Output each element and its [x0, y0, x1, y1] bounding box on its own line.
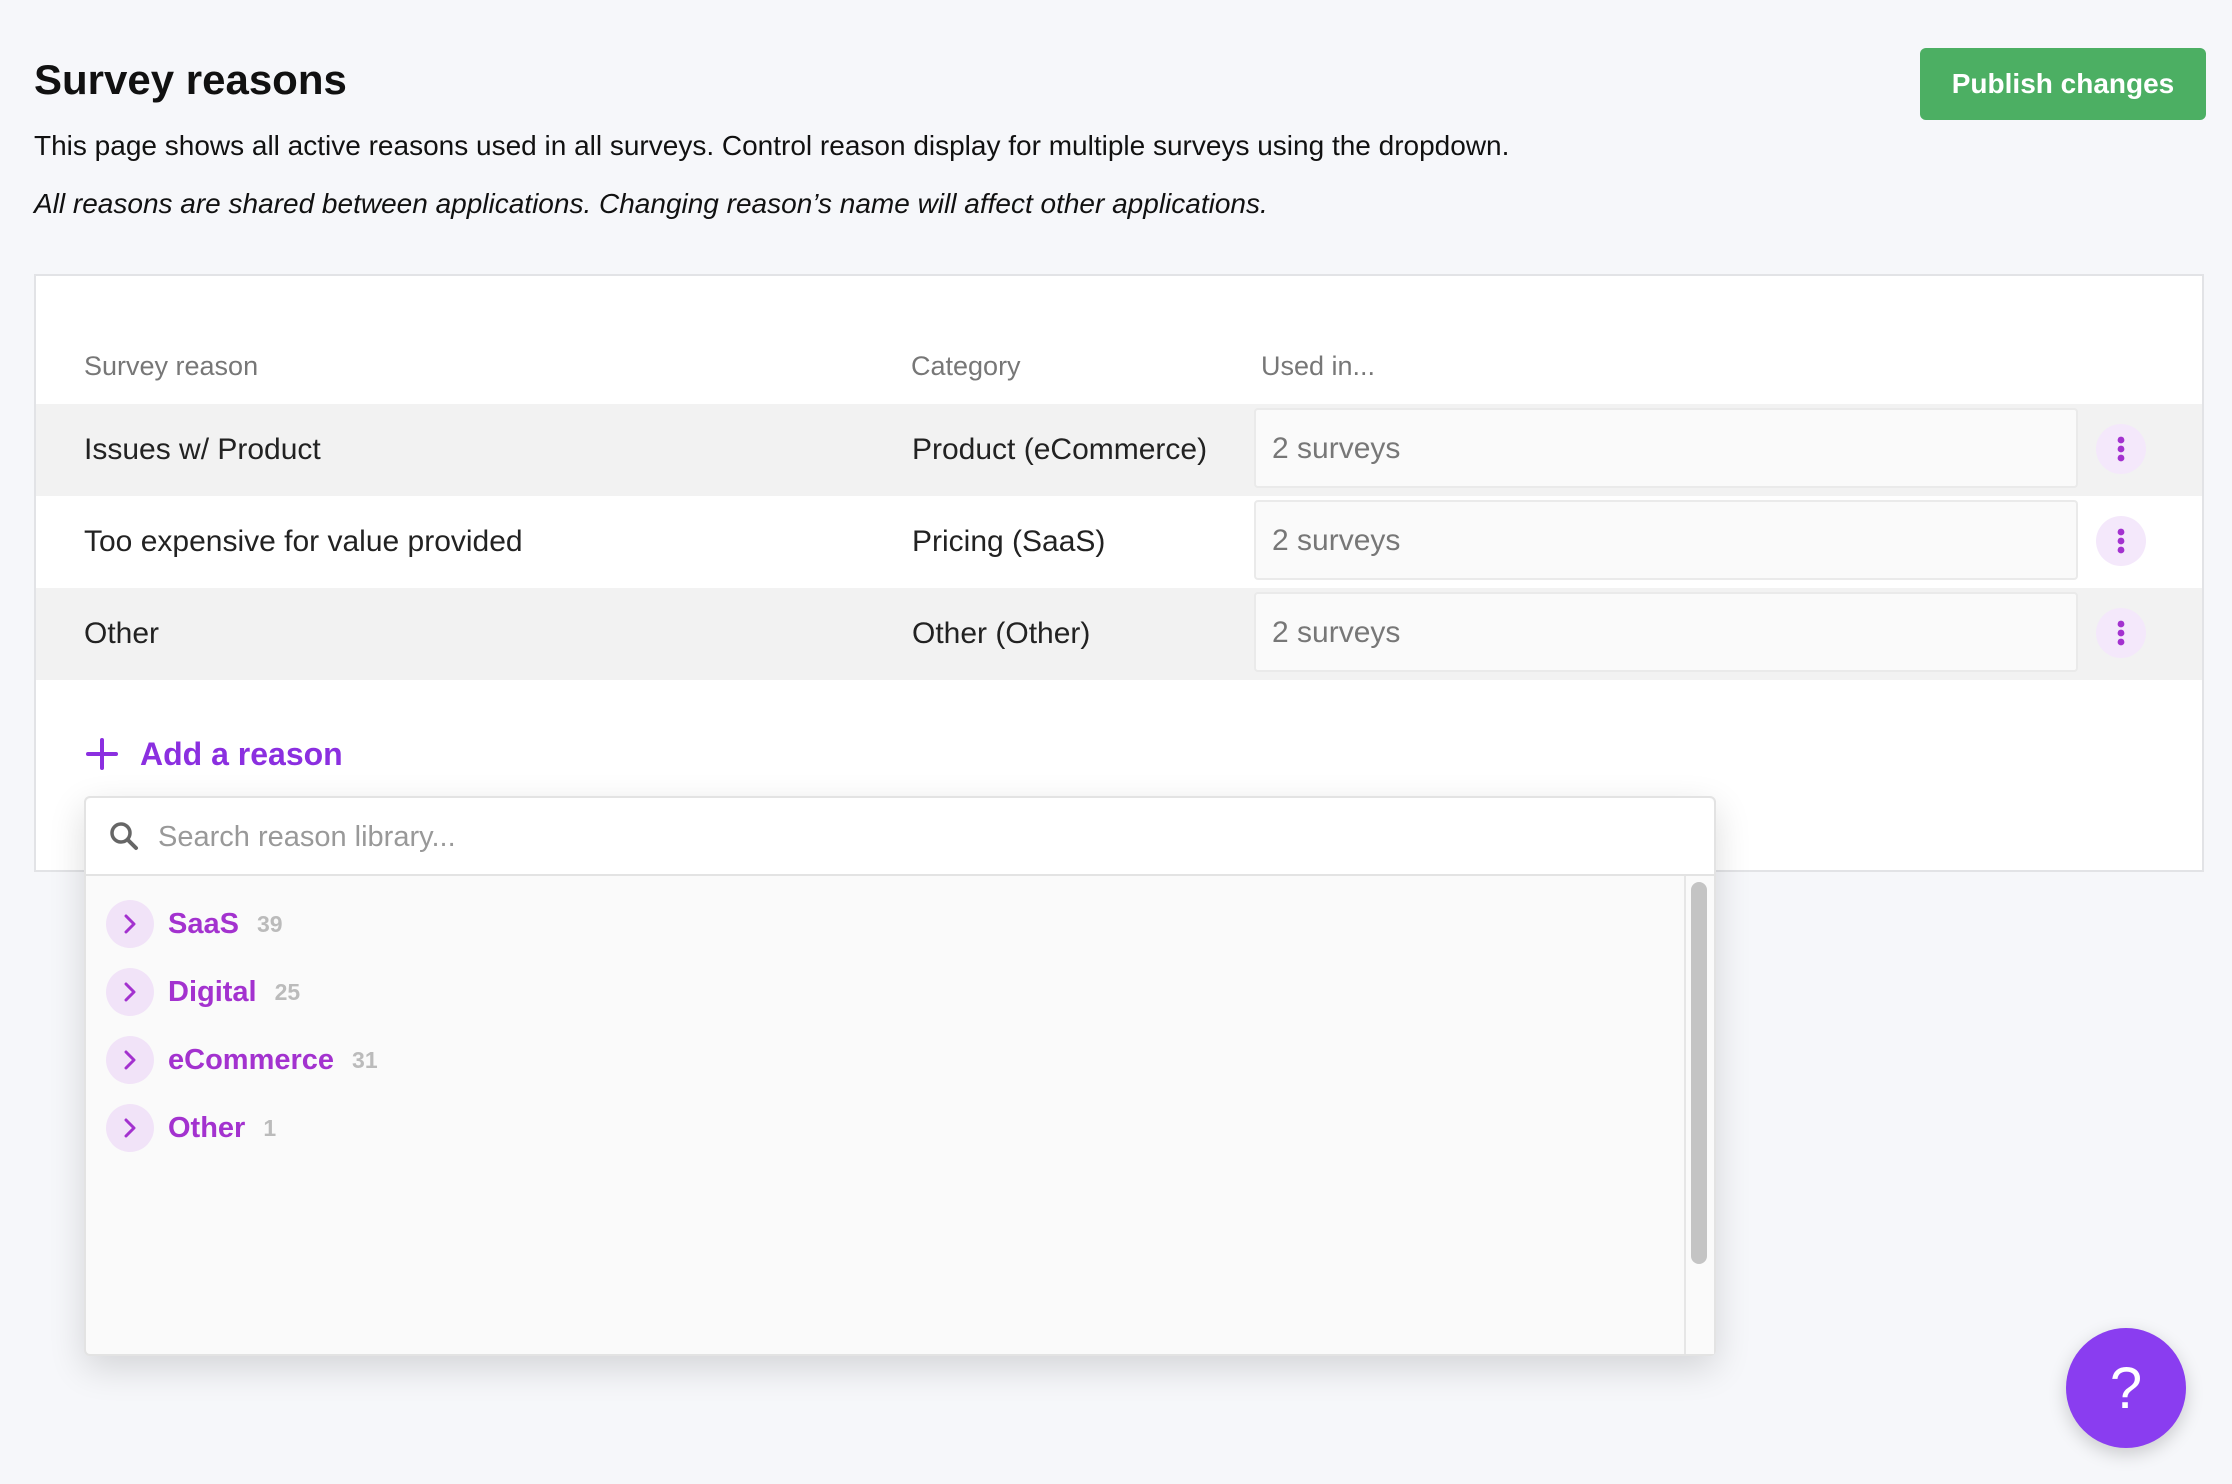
- scrollbar[interactable]: [1684, 876, 1714, 1354]
- add-reason-label: Add a reason: [140, 735, 343, 772]
- table-row: Other Other (Other) 2 surveys: [36, 588, 2202, 680]
- category-name: eCommerce: [168, 1043, 335, 1076]
- page-title: Survey reasons: [34, 56, 347, 103]
- category-count: 39: [256, 910, 283, 937]
- reason-category: Product (eCommerce): [912, 433, 1208, 466]
- category-count: 1: [263, 1114, 277, 1141]
- column-header-used-in: Used in...: [1261, 351, 1376, 381]
- reason-name[interactable]: Too expensive for value provided: [84, 523, 523, 561]
- category-name: Other: [168, 1111, 246, 1144]
- add-reason-button[interactable]: Add a reason: [84, 730, 343, 778]
- category-count: 31: [352, 1046, 378, 1073]
- kebab-menu-icon: [2117, 620, 2125, 646]
- publish-changes-button[interactable]: Publish changes: [1920, 48, 2206, 120]
- reason-name[interactable]: Issues w/ Product: [84, 431, 321, 469]
- reason-library-dropdown: SaaS 39 Digital 25 eCommerce 31 Other 1: [84, 796, 1716, 1356]
- library-category-ecommerce[interactable]: eCommerce 31: [106, 1034, 378, 1086]
- column-header-category: Category: [911, 351, 1021, 381]
- reason-category: Pricing (SaaS): [912, 525, 1106, 558]
- row-menu-button[interactable]: [2096, 608, 2146, 658]
- category-count: 25: [274, 978, 301, 1005]
- table-row: Too expensive for value provided Pricing…: [36, 496, 2202, 588]
- row-menu-button[interactable]: [2096, 424, 2146, 474]
- help-button[interactable]: ?: [2066, 1328, 2186, 1448]
- library-category-digital[interactable]: Digital 25: [106, 966, 300, 1018]
- chevron-right-icon[interactable]: [106, 1104, 154, 1152]
- used-in-select[interactable]: 2 surveys: [1254, 408, 2078, 488]
- used-in-value: 2 surveys: [1272, 616, 1401, 649]
- library-category-saas[interactable]: SaaS 39: [106, 898, 283, 950]
- kebab-menu-icon: [2117, 436, 2125, 462]
- plus-icon: [86, 738, 118, 770]
- library-category-other[interactable]: Other 1: [106, 1102, 276, 1154]
- row-menu-button[interactable]: [2096, 516, 2146, 566]
- used-in-value: 2 surveys: [1272, 524, 1401, 557]
- chevron-right-icon[interactable]: [106, 968, 154, 1016]
- reason-name[interactable]: Other: [84, 615, 159, 653]
- scrollbar-thumb[interactable]: [1691, 882, 1707, 1264]
- used-in-value: 2 surveys: [1272, 432, 1401, 465]
- reason-category: Other (Other): [912, 617, 1091, 650]
- used-in-select[interactable]: 2 surveys: [1254, 592, 2078, 672]
- chevron-right-icon[interactable]: [106, 1036, 154, 1084]
- reason-library-search: [86, 798, 1714, 876]
- category-name: Digital: [168, 975, 257, 1008]
- search-icon: [110, 822, 138, 850]
- shared-reasons-note: All reasons are shared between applicati…: [34, 188, 1268, 219]
- category-name: SaaS: [168, 907, 239, 940]
- kebab-menu-icon: [2117, 528, 2125, 554]
- page-description: This page shows all active reasons used …: [34, 130, 1510, 161]
- search-input[interactable]: [156, 812, 1680, 862]
- column-header-survey-reason: Survey reason: [84, 351, 259, 381]
- used-in-select[interactable]: 2 surveys: [1254, 500, 2078, 580]
- chevron-right-icon[interactable]: [106, 900, 154, 948]
- table-row: Issues w/ Product Product (eCommerce) 2 …: [36, 404, 2202, 496]
